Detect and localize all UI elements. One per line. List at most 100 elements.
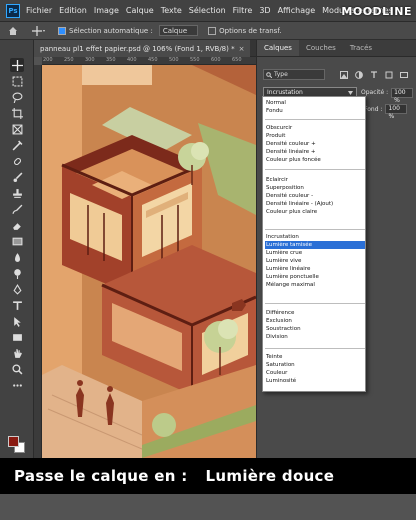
zoom-icon[interactable] [10,362,24,376]
blend-option[interactable]: Mélange maximal [265,281,365,289]
blend-option[interactable]: Teinte [265,353,365,361]
blend-option[interactable]: Superposition [265,184,365,192]
marquee-icon[interactable] [10,74,24,88]
tutorial-caption: Passe le calque en : Lumière douce [0,458,416,494]
lasso-icon[interactable] [10,90,24,104]
blend-option[interactable]: Lumière vive [265,257,365,265]
ruler-label: 250 [64,57,74,63]
blend-option[interactable]: Incrustation [265,233,365,241]
document-canvas[interactable] [42,65,256,458]
blend-option[interactable]: Exclusion [265,317,365,325]
layer-filter-icons [339,70,414,79]
menu-affichage[interactable]: Affichage [278,6,316,15]
move-icon[interactable] [10,58,24,72]
caption-instruction: Passe le calque en : [14,467,188,485]
ruler-label: 400 [127,57,137,63]
brand-watermark: MOODLINE [341,5,412,18]
rectangle-icon[interactable] [10,330,24,344]
history-brush-icon[interactable] [10,202,24,216]
pen-icon[interactable] [10,282,24,296]
document-tab-bar: panneau pl1 effet papier.psd @ 106% (Fon… [34,40,256,57]
blend-option[interactable]: Différence [265,309,365,317]
auto-select-checkbox[interactable] [58,26,66,35]
foreground-color-swatch[interactable] [8,436,19,447]
blend-option[interactable]: Densité couleur + [265,140,365,148]
path-selection-icon[interactable] [10,314,24,328]
blend-option[interactable]: Fondu [265,107,365,115]
adjustment-filter-icon[interactable] [354,70,363,79]
blend-option[interactable]: Couleur [265,369,365,377]
bottom-strip [0,494,416,520]
separator [265,229,365,230]
blend-option[interactable]: Couleur plus foncée [265,156,365,164]
blend-option[interactable]: Densité linéaire - (Ajout) [265,200,365,208]
move-tool-icon[interactable] [28,25,50,37]
blend-option-selected[interactable]: Lumière tamisée [265,241,365,249]
tab-traces[interactable]: Tracés [343,44,379,56]
opacity-label: Opacité : [361,89,389,96]
blur-icon[interactable] [10,250,24,264]
dodge-icon[interactable] [10,266,24,280]
photoshop-logo-icon[interactable]: Ps [6,3,20,18]
blend-mode-value: Incrustation [267,89,303,96]
blend-option[interactable]: Soustraction [265,325,365,333]
close-icon[interactable]: × [239,45,245,53]
menu-fichier[interactable]: Fichier [26,6,52,15]
blend-option[interactable]: Lumière ponctuelle [265,273,365,281]
auto-select-dropdown[interactable]: Calque [158,25,199,36]
blend-option[interactable]: Lumière crue [265,249,365,257]
menu-texte[interactable]: Texte [161,6,182,15]
blend-option[interactable]: Obscurcir [265,124,365,132]
layer-kind-filter[interactable]: Type [263,69,325,80]
crop-icon[interactable] [10,106,24,120]
options-bar: Sélection automatique : Calque Options d… [0,22,416,40]
ruler-label: 450 [148,57,158,63]
transform-options-checkbox[interactable] [208,26,217,35]
menu-selection[interactable]: Sélection [189,6,226,15]
blend-option[interactable]: Lumière linéaire [265,265,365,273]
blend-option[interactable]: Eclaircir [265,176,365,184]
blend-option[interactable]: Produit [265,132,365,140]
blend-option[interactable]: Densité linéaire + [265,148,365,156]
gradient-icon[interactable] [10,234,24,248]
tab-couches[interactable]: Couches [299,44,343,56]
blend-option[interactable]: Division [265,333,365,341]
frame-icon[interactable] [10,122,24,136]
chevron-down-icon [348,91,353,95]
search-icon [266,72,272,78]
blend-option[interactable]: Couleur plus claire [265,208,365,216]
home-icon[interactable] [6,25,20,37]
healing-brush-icon[interactable] [10,154,24,168]
more-tools-icon[interactable] [10,378,24,392]
tab-calques[interactable]: Calques [257,40,299,56]
menu-filtre[interactable]: Filtre [233,6,253,15]
smart-object-filter-icon[interactable] [399,70,408,79]
menu-edition[interactable]: Edition [59,6,87,15]
blend-option[interactable]: Saturation [265,361,365,369]
menu-calque[interactable]: Calque [126,6,154,15]
eyedropper-icon[interactable] [10,138,24,152]
blend-option[interactable]: Luminosité [265,377,365,385]
auto-select-label: Sélection automatique : [69,26,153,35]
tools-panel [0,40,34,458]
brush-icon[interactable] [10,170,24,184]
blend-option[interactable]: Normal [265,99,365,107]
blend-option[interactable]: Densité couleur - [265,192,365,200]
ruler-label: 550 [190,57,200,63]
shape-filter-icon[interactable] [384,70,393,79]
opacity-input[interactable]: 100 % [391,87,414,104]
ruler-label: 650 [232,57,242,63]
image-filter-icon[interactable] [339,70,348,79]
type-icon[interactable] [10,298,24,312]
menu-image[interactable]: Image [94,6,119,15]
eraser-icon[interactable] [10,218,24,232]
fill-input[interactable]: 100 % [385,104,408,120]
separator [265,303,365,304]
menu-3d[interactable]: 3D [259,6,270,15]
document-tab[interactable]: panneau pl1 effet papier.psd @ 106% (Fon… [34,40,251,57]
type-filter-icon[interactable] [369,70,378,79]
clone-stamp-icon[interactable] [10,186,24,200]
hand-icon[interactable] [10,346,24,360]
ruler-label: 350 [106,57,116,63]
separator [265,348,365,349]
